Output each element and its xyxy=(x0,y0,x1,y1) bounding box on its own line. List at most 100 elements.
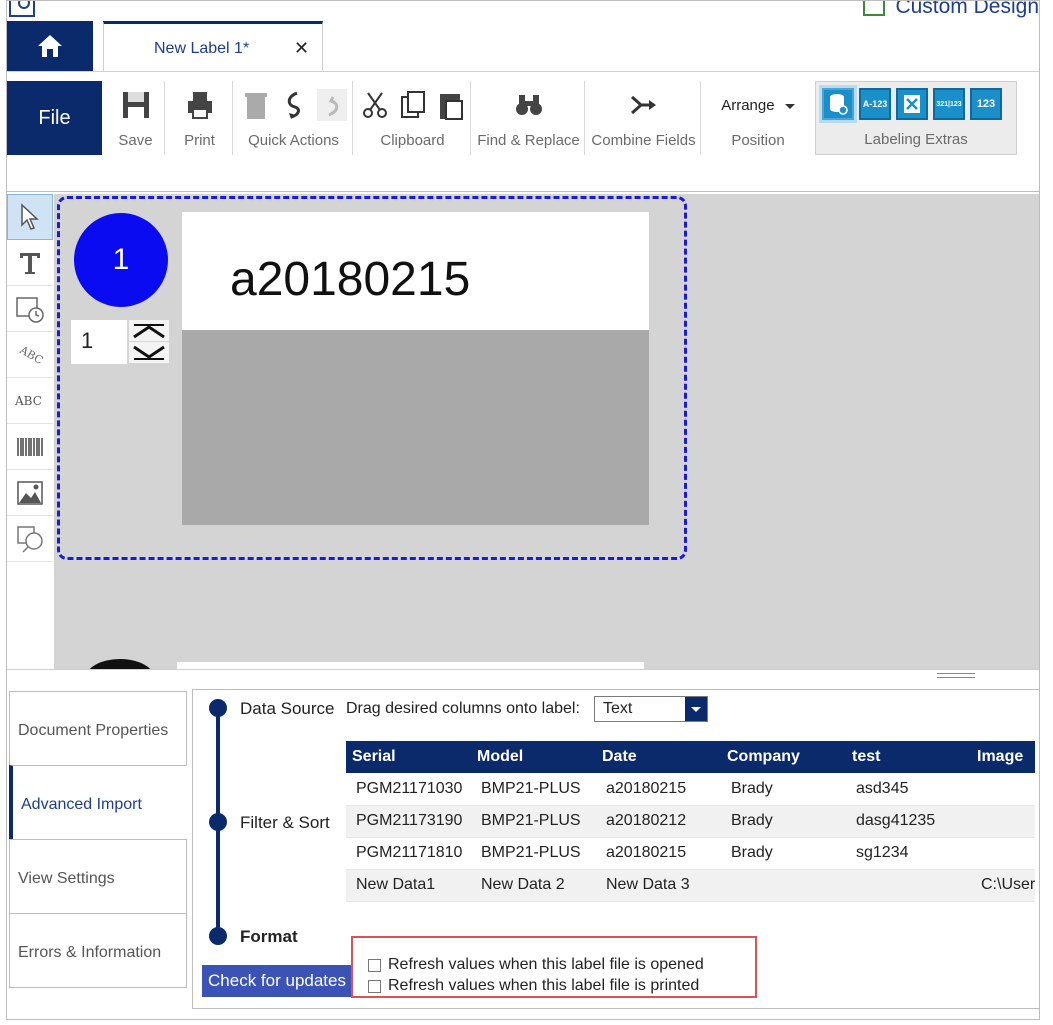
delete-icon[interactable] xyxy=(241,89,271,121)
table-cell: New Data1 xyxy=(346,869,471,902)
column-header[interactable]: Date xyxy=(596,741,721,773)
paste-icon[interactable] xyxy=(436,89,466,121)
file-button[interactable]: File xyxy=(7,81,102,155)
tab-errors-information[interactable]: Errors & Information xyxy=(9,913,187,988)
table-cell: asd345 xyxy=(846,773,971,806)
table-cell: New Data 3 xyxy=(596,869,721,902)
arrange-dropdown[interactable]: Arrange xyxy=(703,97,813,114)
record-down-button[interactable] xyxy=(129,342,169,363)
table-cell xyxy=(971,773,1036,806)
labeling-extras-label: Labeling Extras xyxy=(864,131,968,148)
column-type-select[interactable]: Text xyxy=(594,696,708,722)
step-format[interactable]: Format xyxy=(240,927,298,947)
table-cell: a20180212 xyxy=(596,805,721,838)
table-cell xyxy=(971,805,1036,838)
save-label: Save xyxy=(118,132,153,149)
undo-icon[interactable] xyxy=(279,89,309,121)
sequence-icon[interactable]: 321|123 xyxy=(933,88,965,120)
close-tab-icon[interactable]: ✕ xyxy=(294,38,309,59)
redo-icon[interactable] xyxy=(316,89,347,121)
table-cell: Brady xyxy=(721,805,846,838)
image-tool[interactable] xyxy=(7,470,53,516)
shapes-icon xyxy=(17,525,43,553)
custom-design-title[interactable]: Custom Design xyxy=(863,0,1039,19)
database-icon[interactable] xyxy=(819,85,857,123)
refresh-printed-label: Refresh values when this label file is p… xyxy=(388,977,700,994)
alphanumeric-icon[interactable]: A-123 xyxy=(859,88,891,120)
table-cell: BMP21-PLUS xyxy=(471,805,596,838)
custom-design-label: Custom Design xyxy=(895,0,1039,18)
calendar-clock-icon xyxy=(16,296,44,323)
step-dot-filter-sort xyxy=(209,813,227,831)
table-cell: BMP21-PLUS xyxy=(471,837,596,870)
table-row[interactable]: PGM21171810 BMP21-PLUS a20180215 Brady s… xyxy=(346,837,1036,870)
curved-text-icon: ABC xyxy=(17,342,45,366)
refresh-printed-checkbox[interactable] xyxy=(368,979,381,993)
home-icon xyxy=(38,35,62,57)
column-header[interactable]: test xyxy=(846,741,971,773)
title-bar: Custom Design xyxy=(7,1,1039,21)
table-row[interactable]: PGM21173190 BMP21-PLUS a20180212 Brady d… xyxy=(346,805,1036,838)
record-number-input[interactable]: 1 xyxy=(71,320,127,364)
next-label-badge xyxy=(85,659,155,669)
serialize-icon[interactable]: 123 xyxy=(970,88,1002,120)
date-time-tool[interactable] xyxy=(7,286,53,332)
copy-icon[interactable] xyxy=(398,89,428,121)
table-cell: dasg41235 xyxy=(846,805,971,838)
splitter-grip-icon[interactable] xyxy=(937,673,975,678)
find-replace-button[interactable]: Find & Replace xyxy=(473,81,585,155)
label-canvas[interactable]: 1 1 a20180215 xyxy=(55,194,1039,669)
barcode-tool[interactable] xyxy=(7,424,53,470)
arrange-label: Arrange xyxy=(721,97,775,114)
shape-tool[interactable] xyxy=(7,516,53,562)
panel-splitter[interactable] xyxy=(7,669,1039,683)
svg-text:ABC: ABC xyxy=(14,394,42,408)
text-tool[interactable] xyxy=(7,240,53,286)
object-toolbox: ABC ABC xyxy=(7,194,55,669)
column-header[interactable]: Company xyxy=(721,741,846,773)
combine-fields-label: Combine Fields xyxy=(591,132,696,149)
refresh-opened-checkbox[interactable] xyxy=(368,958,381,972)
tab-view-settings[interactable]: View Settings xyxy=(9,839,187,914)
record-up-button[interactable] xyxy=(129,320,169,341)
table-cell xyxy=(846,869,971,902)
table-cell: a20180215 xyxy=(596,837,721,870)
home-button[interactable] xyxy=(7,21,93,71)
label-text-object[interactable]: a20180215 xyxy=(182,212,649,330)
column-header[interactable]: Image xyxy=(971,741,1036,773)
refresh-printed-option[interactable]: Refresh values when this label file is p… xyxy=(368,977,699,995)
document-tab[interactable]: New Label 1* ✕ xyxy=(103,21,323,71)
column-header[interactable]: Serial xyxy=(346,741,471,773)
tab-divider xyxy=(7,71,1039,72)
tab-advanced-import[interactable]: Advanced Import xyxy=(9,765,187,840)
step-data-source[interactable]: Data Source xyxy=(240,699,335,719)
document-tab-label: New Label 1* xyxy=(154,40,250,57)
find-replace-label: Find & Replace xyxy=(477,132,580,149)
check-for-updates-button[interactable]: Check for updates xyxy=(202,965,352,997)
table-row[interactable]: New Data1 New Data 2 New Data 3 C:\User xyxy=(346,869,1036,902)
select-tool[interactable] xyxy=(7,194,53,240)
step-dot-data-source xyxy=(209,699,227,717)
tab-document-properties[interactable]: Document Properties xyxy=(9,691,187,766)
chevron-up-icon xyxy=(133,323,165,338)
save-button[interactable]: Save xyxy=(107,81,165,155)
cut-icon[interactable] xyxy=(360,89,390,121)
refresh-opened-option[interactable]: Refresh values when this label file is o… xyxy=(368,956,704,974)
position-group: Arrange Position xyxy=(703,81,813,155)
table-cell xyxy=(971,837,1036,870)
table-cell xyxy=(721,869,846,902)
text-icon xyxy=(20,252,40,274)
table-header-row: Serial Model Date Company test Image xyxy=(346,741,1036,773)
label-unprintable-area xyxy=(182,330,649,525)
dropdown-arrow-icon[interactable] xyxy=(685,697,707,721)
excel-icon[interactable] xyxy=(896,88,928,120)
curved-text-tool[interactable]: ABC xyxy=(7,332,53,378)
rich-text-tool[interactable]: ABC xyxy=(7,378,53,424)
step-filter-sort[interactable]: Filter & Sort xyxy=(240,813,330,833)
combine-arrow-icon xyxy=(630,95,656,115)
label-selection[interactable]: 1 1 a20180215 xyxy=(57,196,687,560)
table-row[interactable]: PGM21171030 BMP21-PLUS a20180215 Brady a… xyxy=(346,773,1036,806)
print-button[interactable]: Print xyxy=(167,81,233,155)
combine-fields-button[interactable]: Combine Fields xyxy=(587,81,701,155)
column-header[interactable]: Model xyxy=(471,741,596,773)
